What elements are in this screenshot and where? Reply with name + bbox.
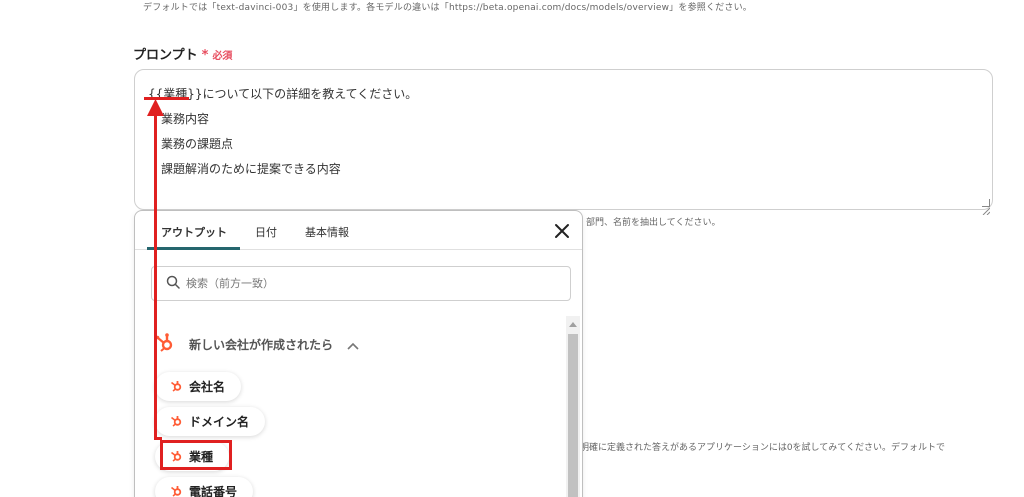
output-chip-domain-name[interactable]: ドメイン名: [155, 407, 266, 436]
hubspot-icon: [169, 378, 183, 395]
section-new-company[interactable]: 新しい会社が作成されたら: [155, 331, 359, 357]
hubspot-icon: [155, 331, 175, 357]
panel-tabs: アウトプット 日付 基本情報: [135, 211, 582, 250]
search-icon: [166, 274, 180, 293]
annotation-arrow-head-icon: [147, 99, 164, 120]
prompt-line-4: 課題解消のために提案できる内容: [161, 162, 341, 176]
chip-label: 会社名: [189, 380, 226, 394]
active-tab-indicator: [147, 247, 240, 250]
required-mark: *: [201, 48, 209, 63]
temperature-hint-text: 明確に定義された答えがあるアプリケーションには0を試してみてください。デフォルト…: [580, 443, 946, 453]
prompt-label: プロンプト * 必須: [133, 44, 232, 63]
prompt-textarea[interactable]: {{業種}}について以下の詳細を教えてください。 業務内容 業務の課題点 課題解…: [134, 69, 993, 216]
resize-handle[interactable]: [982, 199, 991, 216]
prompt-line-3: 業務の課題点: [161, 137, 234, 151]
chevron-up-icon: [347, 335, 359, 354]
search-field[interactable]: [151, 266, 571, 301]
prompt-line-1-text: について以下の詳細を教えてください。: [202, 87, 418, 101]
annotation-arrow-vertical: [154, 114, 157, 439]
scrollbar-thumb[interactable]: [568, 334, 578, 497]
prompt-label-text: プロンプト: [133, 48, 198, 63]
tab-date[interactable]: 日付: [255, 224, 277, 240]
chip-label: ドメイン名: [189, 415, 250, 429]
annotation-highlight-box: [160, 440, 232, 470]
required-text: 必須: [212, 51, 233, 62]
tab-basic-info[interactable]: 基本情報: [305, 224, 349, 240]
search-input[interactable]: [186, 277, 566, 290]
hubspot-icon: [169, 413, 183, 430]
scroll-up-arrow-icon[interactable]: [569, 322, 577, 327]
panel-scrollbar[interactable]: [566, 316, 580, 497]
output-chip-phone[interactable]: 電話番号: [155, 477, 254, 497]
prompt-line-2: 業務内容: [161, 112, 210, 126]
tab-output[interactable]: アウトプット: [161, 224, 227, 240]
chip-label: 電話番号: [189, 485, 238, 497]
output-chip-company-name[interactable]: 会社名: [155, 372, 242, 401]
close-icon[interactable]: [554, 223, 570, 239]
extract-hint-text: 部門、名前を抽出してください。: [586, 218, 721, 228]
prompt-line-1: {{業種}}について以下の詳細を教えてください。: [148, 82, 992, 107]
hubspot-icon: [169, 483, 183, 497]
model-help-text: デフォルトでは「text-davinci-003」を使用します。各モデルの違いは…: [143, 3, 752, 13]
section-title: 新しい会社が作成されたら: [189, 337, 334, 352]
